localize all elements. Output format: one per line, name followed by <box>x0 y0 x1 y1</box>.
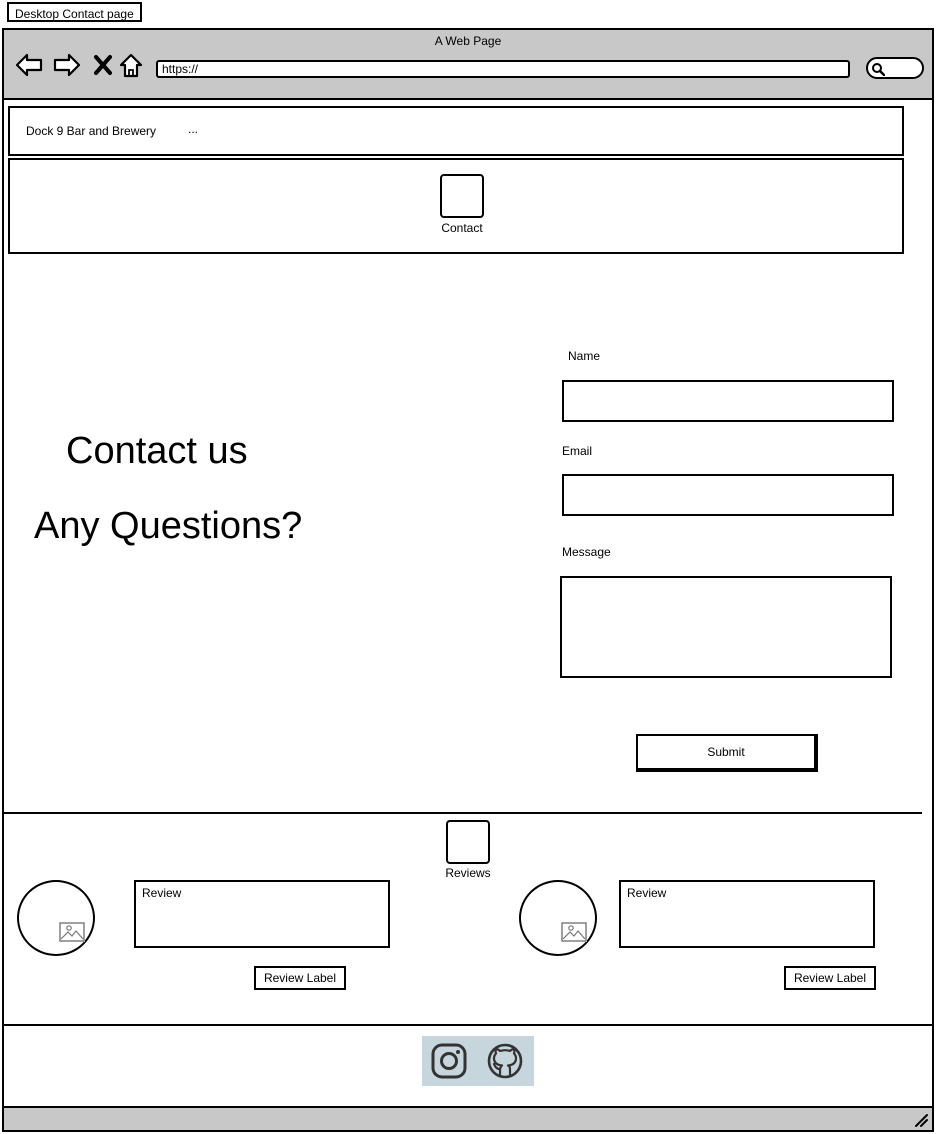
window-title: A Web Page <box>434 34 502 48</box>
page-tag: Desktop Contact page <box>7 2 142 22</box>
review-label-button[interactable]: Review Label <box>784 966 876 990</box>
page-viewport: Dock 9 Bar and Brewery ... Contact Conta… <box>4 100 932 1106</box>
hero-label: Contact <box>441 221 483 235</box>
close-icon <box>94 55 112 75</box>
address-bar[interactable]: https:// <box>156 60 850 78</box>
footer-divider <box>4 1024 932 1026</box>
browser-search[interactable] <box>866 57 924 79</box>
resize-grip-icon[interactable] <box>914 1113 928 1127</box>
back-button[interactable] <box>14 52 44 78</box>
email-input[interactable] <box>562 474 894 516</box>
stop-button[interactable] <box>88 52 118 78</box>
reviews-icon <box>446 820 490 864</box>
forward-arrow-icon <box>53 53 81 77</box>
image-placeholder-icon <box>561 922 587 942</box>
contact-icon <box>440 174 484 218</box>
site-header: Dock 9 Bar and Brewery ... <box>8 106 904 156</box>
github-icon[interactable] <box>486 1042 524 1080</box>
image-placeholder-icon <box>59 922 85 942</box>
browser-toolbar: A Web Page https:// <box>4 30 932 100</box>
email-label: Email <box>562 444 593 458</box>
nav-more-menu[interactable]: ... <box>188 122 198 136</box>
browser-status-bar <box>4 1106 932 1130</box>
reviews-heading: Reviews <box>445 866 491 880</box>
review-text: Review <box>627 886 667 900</box>
home-button[interactable] <box>116 52 146 78</box>
reviews-divider-top <box>4 812 922 814</box>
message-label: Message <box>562 545 611 559</box>
review-label-button[interactable]: Review Label <box>254 966 346 990</box>
name-label: Name <box>568 349 601 363</box>
reviewer-avatar <box>17 880 95 956</box>
social-links <box>422 1036 534 1086</box>
search-icon <box>872 63 885 76</box>
back-arrow-icon <box>15 53 43 77</box>
instagram-icon[interactable] <box>430 1042 468 1080</box>
name-input[interactable] <box>562 380 894 422</box>
message-textarea[interactable] <box>560 576 892 678</box>
browser-window: A Web Page https:// Dock 9 Bar and Brewe… <box>2 28 934 1132</box>
review-card: Review <box>619 880 875 948</box>
review-card: Review <box>134 880 390 948</box>
home-icon <box>119 53 143 78</box>
submit-button[interactable]: Submit <box>636 734 818 772</box>
contact-heading: Contact us <box>66 430 248 472</box>
hero-section: Contact <box>8 158 904 254</box>
review-text: Review <box>142 886 182 900</box>
questions-heading: Any Questions? <box>34 505 303 547</box>
brand-link[interactable]: Dock 9 Bar and Brewery <box>26 124 156 138</box>
reviewer-avatar <box>519 880 597 956</box>
forward-button[interactable] <box>52 52 82 78</box>
